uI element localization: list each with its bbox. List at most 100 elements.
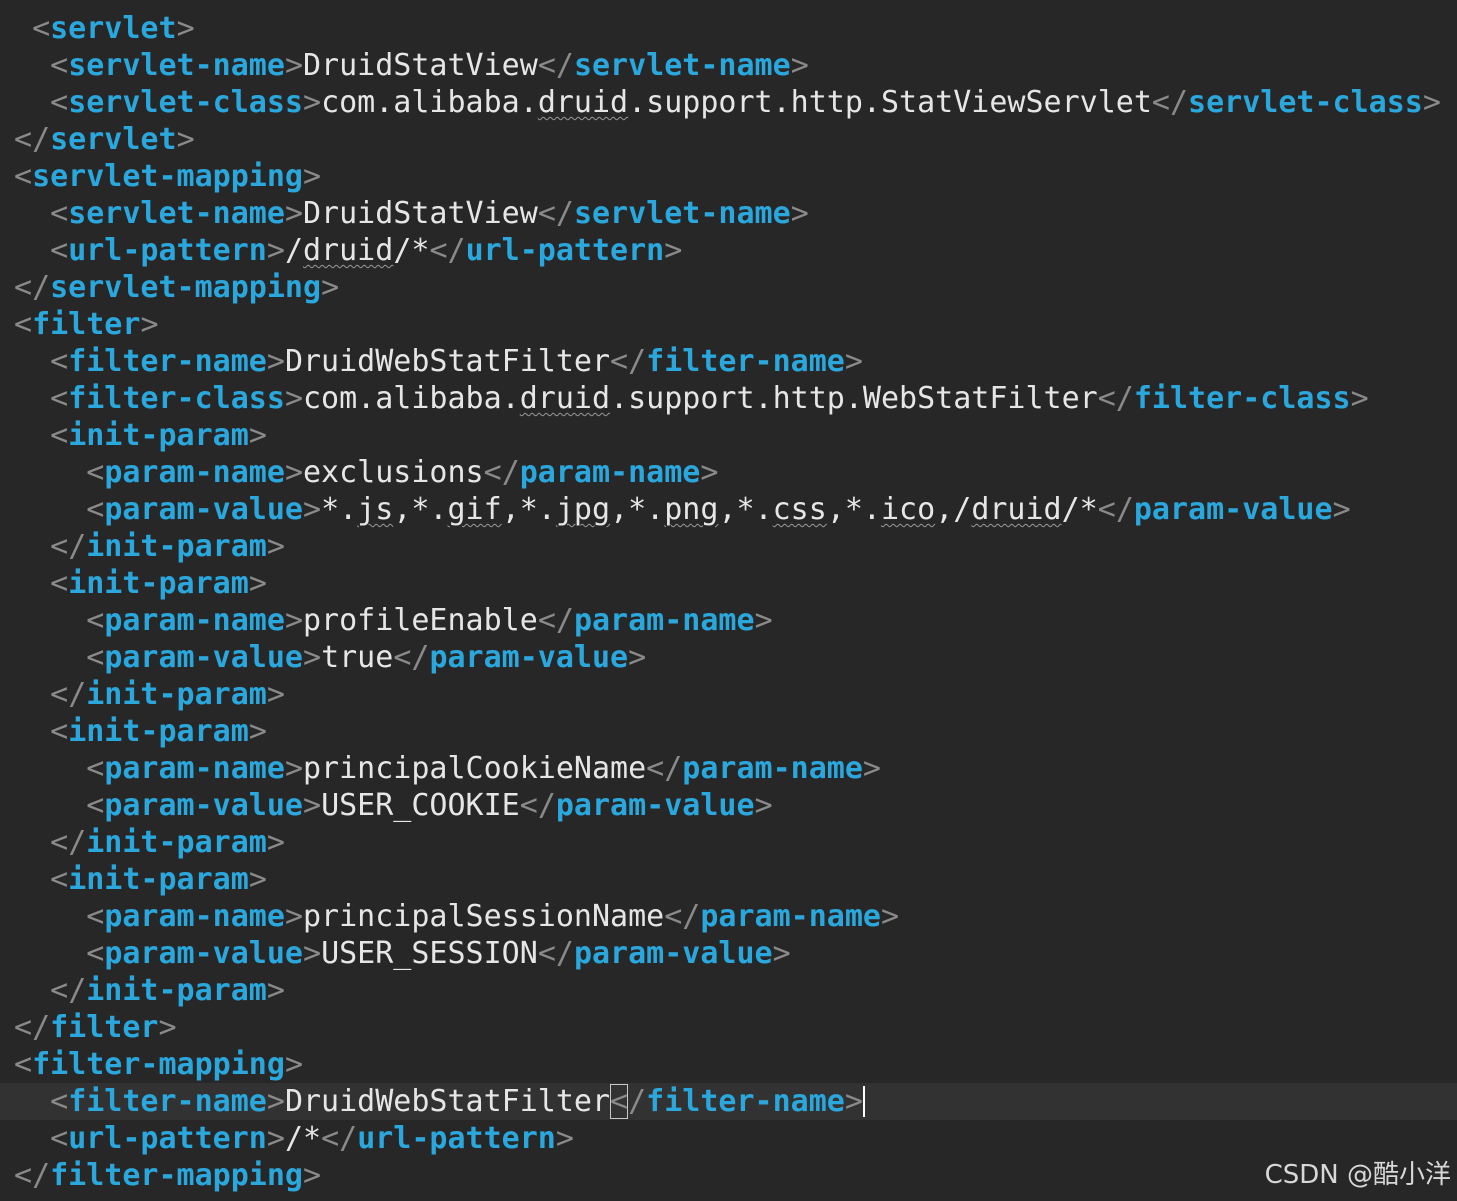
xml-close-tag: param-value [573, 936, 773, 971]
spellcheck-word: png [664, 492, 719, 527]
code-line[interactable]: <servlet-mapping> [0, 158, 1457, 195]
spellcheck-word: druid [519, 381, 611, 416]
xml-close-tag: filter-name [646, 1084, 845, 1119]
element-text: USER_COOKIE [321, 788, 520, 823]
code-line[interactable]: <param-value>USER_SESSION</param-value> [0, 935, 1457, 972]
code-line[interactable]: </init-param> [0, 528, 1457, 565]
xml-close-tag: param-value [429, 640, 629, 675]
element-text: /* [284, 1121, 322, 1156]
element-text: profileEnable [303, 603, 538, 638]
code-line[interactable]: <servlet> [0, 10, 1457, 47]
element-text: ,*. [610, 492, 665, 527]
element-text: ,*. [501, 492, 556, 527]
element-text: USER_SESSION [321, 936, 538, 971]
code-line[interactable]: <init-param> [0, 861, 1457, 898]
xml-open-tag: servlet-name [68, 196, 285, 231]
code-line[interactable]: <filter-class>com.alibaba.druid.support.… [0, 380, 1457, 417]
element-text: principalCookieName [303, 751, 647, 786]
code-line[interactable]: <servlet-name>DruidStatView</servlet-nam… [0, 47, 1457, 84]
spellcheck-word: js [357, 492, 394, 527]
code-line-current[interactable]: <filter-name>DruidWebStatFilter</filter-… [0, 1083, 1457, 1120]
code-line[interactable]: <param-name>principalCookieName</param-n… [0, 750, 1457, 787]
code-line[interactable]: </servlet> [0, 121, 1457, 158]
xml-open-tag: param-name [104, 751, 285, 786]
code-line[interactable]: <servlet-name>DruidStatView</servlet-nam… [0, 195, 1457, 232]
code-line[interactable]: </filter-mapping> [0, 1157, 1457, 1194]
xml-close-tag: url-pattern [357, 1121, 556, 1156]
code-line[interactable]: </filter> [0, 1009, 1457, 1046]
xml-open-tag: param-name [104, 455, 285, 490]
element-text: ,/ [935, 492, 972, 527]
code-line[interactable]: </init-param> [0, 676, 1457, 713]
xml-open-tag: servlet [50, 11, 177, 46]
code-line[interactable]: <init-param> [0, 713, 1457, 750]
element-text: DruidStatView [303, 48, 538, 83]
code-line[interactable]: <param-value>USER_COOKIE</param-value> [0, 787, 1457, 824]
xml-open-tag: filter-mapping [32, 1047, 285, 1082]
spellcheck-word: css [772, 492, 827, 527]
xml-open-tag: param-value [104, 640, 303, 675]
code-line[interactable]: </init-param> [0, 824, 1457, 861]
xml-close-tag: url-pattern [465, 233, 665, 268]
xml-close-tag: param-name [573, 603, 755, 638]
code-line[interactable]: </servlet-mapping> [0, 269, 1457, 306]
element-text: ,*. [718, 492, 773, 527]
xml-close-tag: param-name [682, 751, 863, 786]
code-line[interactable]: <url-pattern>/*</url-pattern> [0, 1120, 1457, 1157]
xml-open-tag: param-value [104, 788, 303, 823]
xml-open-tag: servlet-name [68, 48, 285, 83]
spellcheck-word: druid [971, 492, 1062, 527]
xml-open-tag: init-param [68, 566, 249, 601]
code-line[interactable]: <param-value>true</param-value> [0, 639, 1457, 676]
code-line[interactable]: <filter-mapping> [0, 1046, 1457, 1083]
xml-close-tag: init-param [86, 677, 267, 712]
xml-close-tag: servlet [50, 122, 177, 157]
code-editor[interactable]: <servlet> <servlet-name>DruidStatView</s… [0, 0, 1457, 1201]
xml-open-tag: servlet-mapping [32, 159, 303, 194]
xml-close-tag: servlet-mapping [50, 270, 322, 305]
element-text: .support.http.WebStatFilter [610, 381, 1098, 416]
xml-open-tag: url-pattern [68, 233, 267, 268]
element-text: DruidStatView [303, 196, 538, 231]
element-text: exclusions [303, 455, 484, 490]
code-line[interactable]: </init-param> [0, 972, 1457, 1009]
xml-open-tag: filter-class [68, 381, 285, 416]
xml-open-tag: init-param [68, 418, 249, 453]
xml-open-tag: param-value [104, 492, 303, 527]
element-text: ,*. [393, 492, 448, 527]
text-caret [862, 1086, 865, 1117]
element-text: / [284, 233, 303, 268]
element-text: principalSessionName [303, 899, 665, 934]
element-text: DruidWebStatFilter [284, 1084, 611, 1119]
xml-close-tag: init-param [86, 973, 267, 1008]
spellcheck-word: ico [881, 492, 936, 527]
code-line[interactable]: <url-pattern>/druid/*</url-pattern> [0, 232, 1457, 269]
code-line[interactable]: <param-name>profileEnable</param-name> [0, 602, 1457, 639]
xml-close-tag: init-param [86, 529, 267, 564]
element-text: ,*. [826, 492, 881, 527]
code-line[interactable]: <param-name>exclusions</param-name> [0, 454, 1457, 491]
xml-close-tag: init-param [86, 825, 267, 860]
code-line[interactable]: <init-param> [0, 565, 1457, 602]
xml-open-tag: param-name [104, 603, 285, 638]
spellcheck-word: gif [447, 492, 502, 527]
element-text: com.alibaba. [303, 381, 520, 416]
element-text: *. [321, 492, 358, 527]
code-line[interactable]: <filter-name>DruidWebStatFilter</filter-… [0, 343, 1457, 380]
xml-open-tag: param-name [104, 899, 285, 934]
element-text: com.alibaba. [321, 85, 538, 120]
code-line[interactable]: <param-value>*.js,*.gif,*.jpg,*.png,*.cs… [0, 491, 1457, 528]
code-line[interactable]: <param-name>principalSessionName</param-… [0, 898, 1457, 935]
code-line[interactable]: <init-param> [0, 417, 1457, 454]
xml-close-tag: param-name [519, 455, 701, 490]
xml-close-tag: param-value [555, 788, 755, 823]
code-line[interactable]: <servlet-class>com.alibaba.druid.support… [0, 84, 1457, 121]
element-text: DruidWebStatFilter [284, 344, 611, 379]
code-line[interactable]: <filter> [0, 306, 1457, 343]
xml-open-tag: filter-name [68, 344, 267, 379]
xml-close-tag: servlet-class [1188, 85, 1423, 120]
spellcheck-word: druid [537, 85, 629, 120]
xml-close-tag: param-value [1133, 492, 1333, 527]
xml-open-tag: filter-name [68, 1084, 267, 1119]
xml-open-tag: url-pattern [68, 1121, 267, 1156]
